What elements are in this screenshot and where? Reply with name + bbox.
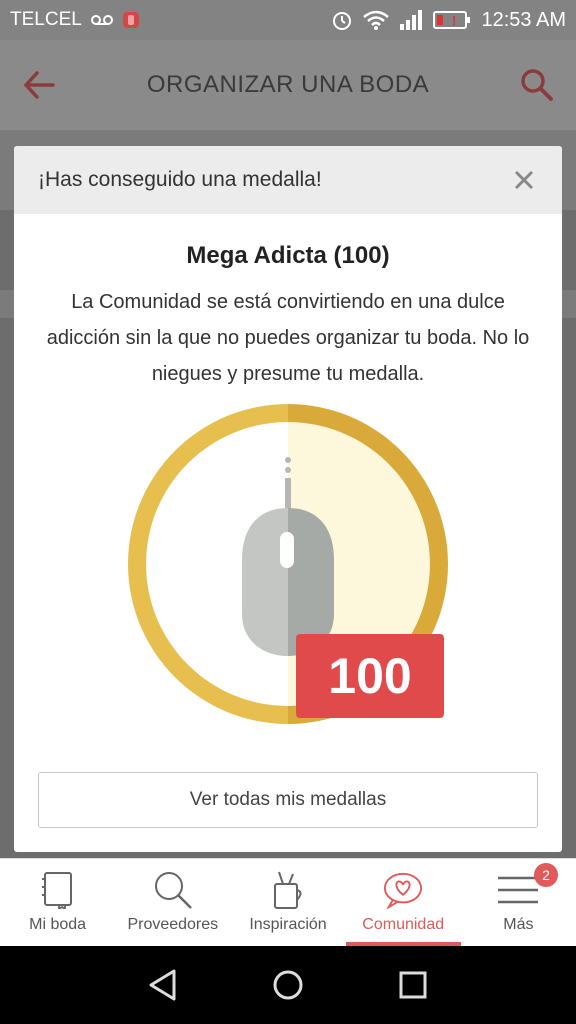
battery-low-icon: ! bbox=[433, 10, 471, 30]
clock: 12:53 AM bbox=[481, 8, 566, 31]
wifi-icon bbox=[363, 10, 390, 30]
nav-item-comunidad[interactable]: Comunidad bbox=[345, 859, 462, 946]
notebook-icon bbox=[38, 870, 78, 910]
svg-text:!: ! bbox=[452, 13, 456, 28]
alarm-icon bbox=[331, 9, 353, 31]
nav-item-mas[interactable]: Más 2 bbox=[461, 859, 576, 946]
square-recents-icon bbox=[399, 971, 427, 999]
dialog-header-text: ¡Has conseguido una medalla! bbox=[38, 168, 322, 191]
triangle-back-icon bbox=[149, 969, 176, 1001]
close-icon bbox=[514, 170, 534, 190]
medal-title: Mega Adicta (100) bbox=[186, 242, 390, 269]
medal-dialog: ¡Has conseguido una medalla! Mega Adicta… bbox=[14, 146, 562, 852]
arrow-left-icon bbox=[24, 71, 55, 99]
dialog-header: ¡Has conseguido una medalla! bbox=[14, 146, 562, 214]
carrier-label: TELCEL bbox=[10, 9, 82, 30]
nav-item-mi-boda[interactable]: Mi boda bbox=[0, 859, 115, 946]
signal-icon bbox=[399, 10, 423, 30]
bottom-nav: Mi boda Proveedores Inspiración Comunida… bbox=[0, 858, 576, 946]
system-nav-bar bbox=[0, 946, 576, 1024]
nav-label: Mi boda bbox=[29, 916, 87, 933]
nav-label: Comunidad bbox=[362, 916, 445, 933]
app-notification-icon bbox=[122, 11, 140, 29]
app-bar: ORGANIZAR UNA BODA bbox=[0, 40, 576, 130]
home-system-button[interactable] bbox=[268, 965, 308, 1005]
close-button[interactable] bbox=[510, 166, 538, 194]
notification-badge: 2 bbox=[534, 863, 559, 887]
menu-icon bbox=[498, 870, 539, 910]
medal-description: La Comunidad se está convirtiendo en una… bbox=[46, 291, 530, 385]
page-title: ORGANIZAR UNA BODA bbox=[146, 71, 430, 98]
cup-icon bbox=[268, 870, 308, 910]
search-icon bbox=[153, 870, 193, 910]
search-button[interactable] bbox=[498, 40, 576, 130]
medal-count-badge: 100 bbox=[296, 634, 444, 718]
back-button[interactable] bbox=[0, 40, 78, 130]
recents-system-button[interactable] bbox=[393, 965, 433, 1005]
nav-label: Inspiración bbox=[249, 916, 327, 933]
nav-label: Proveedores bbox=[127, 916, 219, 933]
heart-chat-icon bbox=[383, 870, 423, 910]
status-bar: TELCEL ! 12:53 AM bbox=[0, 0, 576, 40]
voicemail-icon bbox=[90, 13, 114, 27]
nav-label: Más bbox=[503, 916, 534, 933]
circle-home-icon bbox=[273, 970, 303, 1000]
search-icon bbox=[521, 69, 553, 101]
view-all-medals-button[interactable]: Ver todas mis medallas bbox=[38, 772, 538, 828]
back-system-button[interactable] bbox=[143, 965, 183, 1005]
nav-item-inspiracion[interactable]: Inspiración bbox=[230, 859, 345, 946]
nav-item-proveedores[interactable]: Proveedores bbox=[115, 859, 230, 946]
